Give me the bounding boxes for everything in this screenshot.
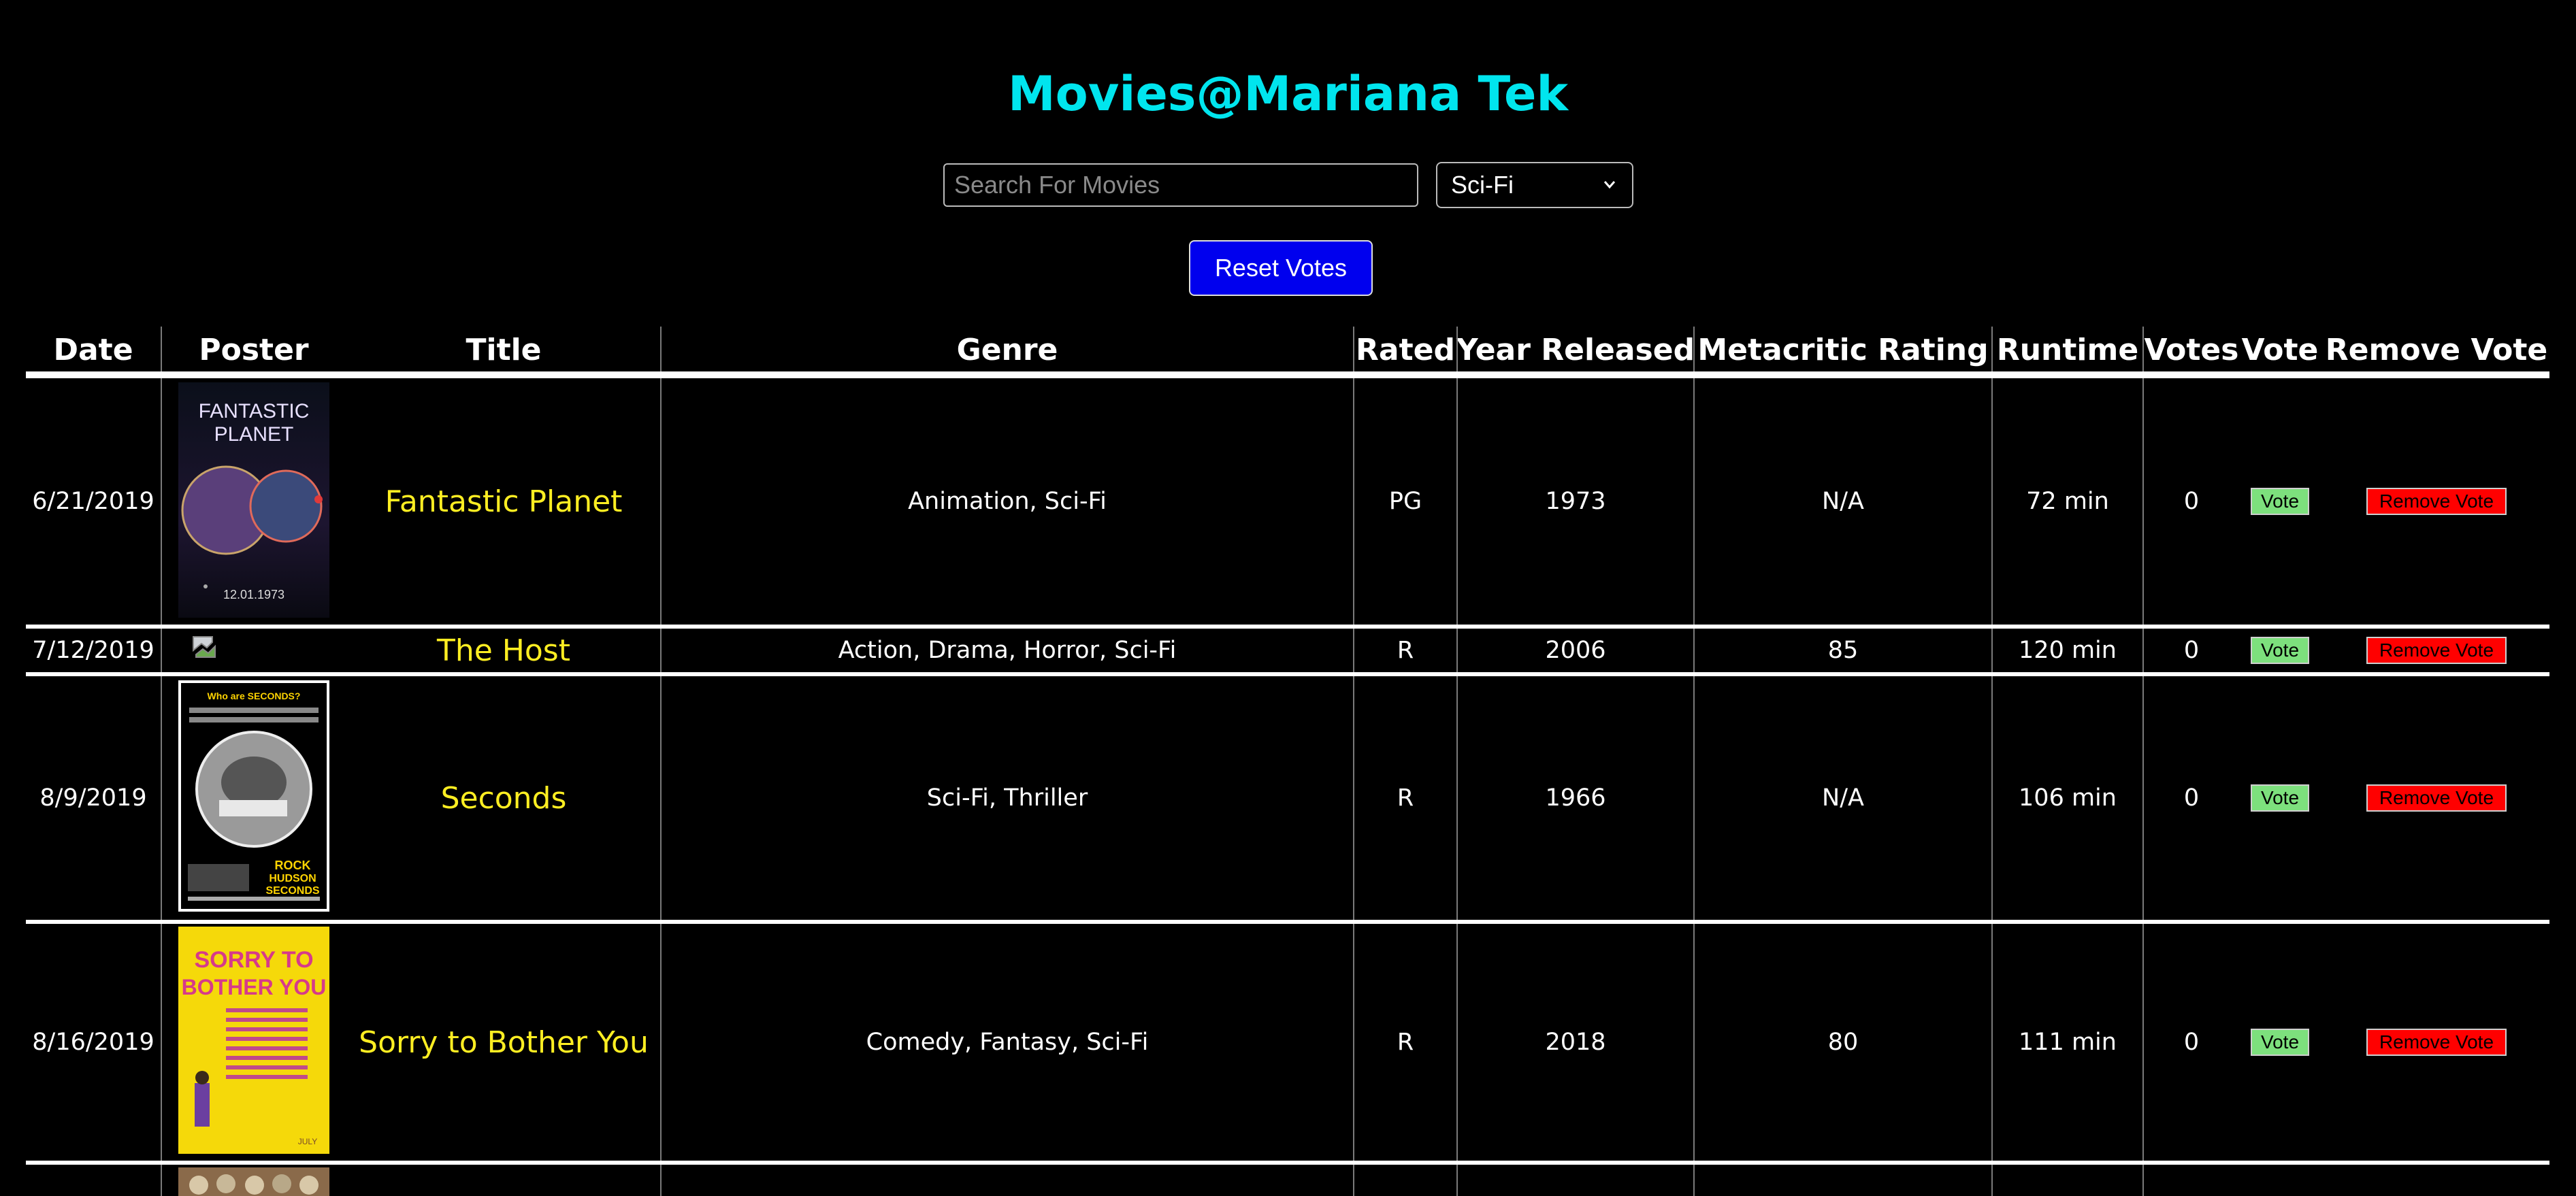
search-input[interactable]	[943, 163, 1418, 207]
remove-vote-cell: Remove Vote	[2321, 924, 2552, 1161]
row-genre: Animation, Sci-Fi	[908, 488, 1107, 515]
app-title: Movies@Mariana Tek	[1007, 66, 1569, 122]
vote-cell: Vote	[2239, 676, 2321, 920]
reset-votes-button[interactable]: Reset Votes	[1189, 240, 1373, 296]
row-title[interactable]: Seconds	[347, 676, 660, 920]
header-date: Date	[53, 332, 133, 367]
row-date: 8/9/2019	[39, 784, 147, 812]
genre-select[interactable]: Sci-Fi	[1436, 162, 1633, 208]
poster-text: PLANET	[214, 423, 294, 446]
row-year: 1973	[1545, 488, 1606, 515]
row-metacritic: 80	[1827, 1029, 1859, 1056]
header-runtime: Runtime	[1996, 332, 2139, 367]
poster-text: ROCK	[275, 859, 311, 872]
poster-art-seconds: Who are SECONDS? ROCK HUDSON SECONDS	[181, 683, 327, 909]
row-runtime: 106 min	[2019, 784, 2117, 812]
remove-vote-button[interactable]: Remove Vote	[2366, 784, 2507, 812]
row-title[interactable]: Sorry to Bother You	[347, 924, 660, 1161]
header-title: Title	[466, 332, 542, 367]
vote-button[interactable]: Vote	[2251, 637, 2309, 664]
vote-cell: Vote	[2239, 924, 2321, 1161]
remove-vote-button[interactable]: Remove Vote	[2366, 637, 2507, 664]
poster-text: 12.01.1973	[223, 588, 284, 601]
vote-button[interactable]: Vote	[2251, 1029, 2309, 1056]
row-runtime: 72 min	[2026, 488, 2109, 515]
vote-button[interactable]: Vote	[2251, 784, 2309, 812]
header-votes: Votes	[2144, 332, 2239, 367]
header-genre: Genre	[956, 332, 1058, 367]
broken-image-icon	[193, 636, 216, 658]
movie-poster	[178, 1167, 329, 1196]
header-year: Year Released	[1456, 332, 1695, 367]
poster-text: FANTASTIC	[199, 400, 310, 422]
row-votes: 0	[2183, 637, 2200, 664]
poster-text: SORRY TO	[194, 947, 313, 973]
column-divider	[161, 327, 162, 1196]
poster-art-fantastic-planet: FANTASTIC PLANET 12.01.1973	[181, 400, 323, 601]
poster-art-partial	[189, 1174, 319, 1195]
header-vote: Vote	[2241, 332, 2319, 367]
row-metacritic: 85	[1827, 637, 1859, 664]
chevron-down-icon	[1603, 181, 1616, 189]
remove-vote-cell: Remove Vote	[2321, 629, 2552, 672]
remove-vote-button[interactable]: Remove Vote	[2366, 488, 2507, 515]
vote-cell: Vote	[2239, 378, 2321, 625]
row-year: 2018	[1545, 1029, 1606, 1056]
row-rated: R	[1397, 637, 1414, 664]
row-divider	[26, 1161, 2549, 1165]
row-rated: PG	[1388, 488, 1422, 515]
poster-text: SECONDS	[265, 885, 319, 897]
row-genre: Sci-Fi, Thriller	[926, 784, 1088, 812]
poster-text: BOTHER YOU	[182, 975, 327, 999]
row-genre: Action, Drama, Horror, Sci-Fi	[838, 637, 1177, 664]
row-runtime: 111 min	[2019, 1029, 2117, 1056]
vote-cell: Vote	[2239, 629, 2321, 672]
movie-poster: FANTASTIC PLANET 12.01.1973	[178, 382, 329, 618]
remove-vote-cell: Remove Vote	[2321, 676, 2552, 920]
page: Movies@Mariana Tek Sci-Fi Reset Votes Da…	[0, 0, 2576, 1196]
row-votes: 0	[2183, 784, 2200, 812]
row-metacritic: N/A	[1822, 784, 1864, 812]
header-rated: Rated	[1356, 332, 1455, 367]
genre-select-value: Sci-Fi	[1451, 171, 1514, 199]
poster-text: HUDSON	[269, 873, 316, 884]
row-genre: Comedy, Fantasy, Sci-Fi	[866, 1029, 1149, 1056]
header-metacritic: Metacritic Rating	[1697, 332, 1989, 367]
row-metacritic: N/A	[1822, 488, 1864, 515]
remove-vote-button[interactable]: Remove Vote	[2366, 1029, 2507, 1056]
row-rated: R	[1397, 1029, 1414, 1056]
movie-poster: SORRY TO BOTHER YOU JULY	[178, 927, 329, 1154]
poster-text: JULY	[298, 1137, 317, 1146]
row-votes: 0	[2183, 488, 2200, 515]
poster-text: Who are SECONDS?	[208, 691, 301, 701]
remove-vote-cell: Remove Vote	[2321, 378, 2552, 625]
poster-art-sorry-to-bother-you: SORRY TO BOTHER YOU JULY	[182, 947, 327, 1146]
row-rated: R	[1397, 784, 1414, 812]
row-votes: 0	[2183, 1029, 2200, 1056]
header-divider	[26, 371, 2549, 378]
row-date: 6/21/2019	[32, 488, 154, 515]
row-year: 1966	[1545, 784, 1606, 812]
row-title[interactable]: Fantastic Planet	[347, 378, 660, 625]
row-title[interactable]: The Host	[347, 629, 660, 672]
row-runtime: 120 min	[2019, 637, 2117, 664]
movie-poster: Who are SECONDS? ROCK HUDSON SECONDS	[178, 680, 329, 912]
vote-button[interactable]: Vote	[2251, 488, 2309, 515]
row-year: 2006	[1545, 637, 1606, 664]
row-date: 8/16/2019	[32, 1029, 154, 1056]
header-remove-vote: Remove Vote	[2325, 332, 2548, 367]
row-date: 7/12/2019	[32, 637, 154, 664]
header-poster: Poster	[199, 332, 309, 367]
